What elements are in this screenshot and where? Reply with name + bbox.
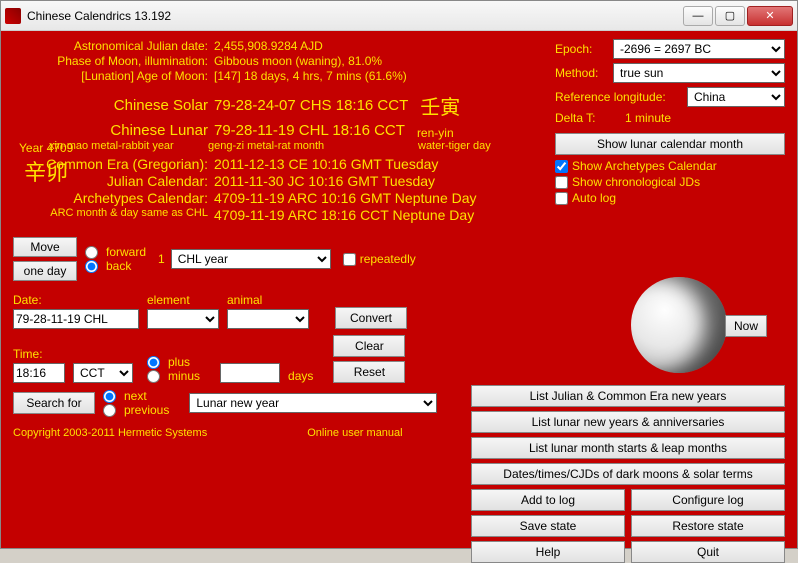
moon-image [631,277,727,373]
back-radio[interactable]: back [85,259,146,273]
animal-label: animal [227,293,309,307]
add-to-log-button[interactable]: Add to log [471,489,625,511]
list-lunar-newyears-button[interactable]: List lunar new years & anniversaries [471,411,785,433]
age-label: [Lunation] Age of Moon: [13,69,208,83]
tz-select[interactable]: CCT [73,363,133,383]
restore-state-button[interactable]: Restore state [631,515,785,537]
save-state-button[interactable]: Save state [471,515,625,537]
phase-value: Gibbous moon (waning), 81.0% [214,54,382,68]
ajd-label: Astronomical Julian date: [13,39,208,53]
year-stack: Year 4709 辛卯 [19,141,73,187]
epoch-select[interactable]: -2696 = 2697 BC [613,39,785,59]
one-day-button[interactable]: one day [13,261,77,281]
titlebar: Chinese Calendrics 13.192 — ▢ ✕ [1,1,797,31]
chinese-lunar-value: 79-28-11-19 CHL 18:16 CCT [214,122,405,139]
next-radio[interactable]: next [103,389,169,403]
maximize-button[interactable]: ▢ [715,6,745,26]
help-button[interactable]: Help [471,541,625,563]
auto-log-checkbox[interactable]: Auto log [555,191,785,205]
list-julian-button[interactable]: List Julian & Common Era new years [471,385,785,407]
lunar-pinyin: ren-yin [417,126,454,140]
close-button[interactable]: ✕ [747,6,793,26]
search-button[interactable]: Search for [13,392,95,414]
time-label: Time: [13,347,65,361]
ce-value: 2011-12-13 CE 10:16 GMT Tuesday [214,156,438,172]
repeatedly-checkbox[interactable]: repeatedly [343,252,416,266]
minimize-button[interactable]: — [683,6,713,26]
reset-button[interactable]: Reset [333,361,405,383]
ajd-value: 2,455,908.9284 AJD [214,39,323,53]
phase-label: Phase of Moon, illumination: [13,54,208,68]
deltat-label: Delta T: [555,111,625,125]
year-number: Year 4709 [19,141,73,155]
arc-label: Archetypes Calendar: [13,190,208,206]
move-unit-select[interactable]: CHL year [171,249,331,269]
chinese-lunar-label: Chinese Lunar [13,122,208,139]
arc2-value: 4709-11-19 ARC 18:16 CCT Neptune Day [214,207,474,223]
animal-select[interactable] [227,309,309,329]
epoch-label: Epoch: [555,42,613,56]
time-input[interactable] [13,363,65,383]
reflong-label: Reference longitude: [555,90,687,104]
sub-month: geng-zi metal-rat month [208,140,418,152]
minus-radio[interactable]: minus [147,369,200,383]
dates-darkmoons-button[interactable]: Dates/times/CJDs of dark moons & solar t… [471,463,785,485]
manual-link[interactable]: Online user manual [307,427,402,439]
previous-radio[interactable]: previous [103,403,169,417]
quit-button[interactable]: Quit [631,541,785,563]
element-select[interactable] [147,309,219,329]
arc-value: 4709-11-19 ARC 10:16 GMT Neptune Day [214,190,477,206]
window-title: Chinese Calendrics 13.192 [27,9,171,23]
now-button[interactable]: Now [725,315,767,337]
method-label: Method: [555,66,613,80]
jc-value: 2011-11-30 JC 10:16 GMT Tuesday [214,173,435,189]
date-label: Date: [13,293,139,307]
arc2-label: ARC month & day same as CHL [13,207,208,223]
app-icon [5,8,21,24]
move-count: 1 [158,252,165,266]
chinese-solar-value: 79-28-24-07 CHS 18:16 CCT [214,97,408,114]
age-value: [147] 18 days, 4 hrs, 7 mins (61.6%) [214,69,407,83]
days-input[interactable] [220,363,280,383]
show-lunar-month-button[interactable]: Show lunar calendar month [555,133,785,155]
element-label: element [147,293,219,307]
copyright-label: Copyright 2003-2011 Hermetic Systems [13,427,207,439]
show-archetypes-checkbox[interactable]: Show Archetypes Calendar [555,159,785,173]
configure-log-button[interactable]: Configure log [631,489,785,511]
date-input[interactable] [13,309,139,329]
days-label: days [288,369,313,383]
solar-hanzi: 壬寅 [420,91,460,120]
clear-button[interactable]: Clear [333,335,405,357]
show-chrono-jds-checkbox[interactable]: Show chronological JDs [555,175,785,189]
sub-day: water-tiger day [418,140,538,152]
list-lunar-months-button[interactable]: List lunar month starts & leap months [471,437,785,459]
move-button[interactable]: Move [13,237,77,257]
forward-radio[interactable]: forward [85,245,146,259]
method-select[interactable]: true sun [613,63,785,83]
convert-button[interactable]: Convert [335,307,407,329]
chinese-solar-label: Chinese Solar [13,97,208,114]
plus-radio[interactable]: plus [147,355,200,369]
reflong-select[interactable]: China [687,87,785,107]
search-target-select[interactable]: Lunar new year [189,393,437,413]
deltat-value: 1 minute [625,111,671,125]
year-hanzi: 辛卯 [19,155,73,187]
